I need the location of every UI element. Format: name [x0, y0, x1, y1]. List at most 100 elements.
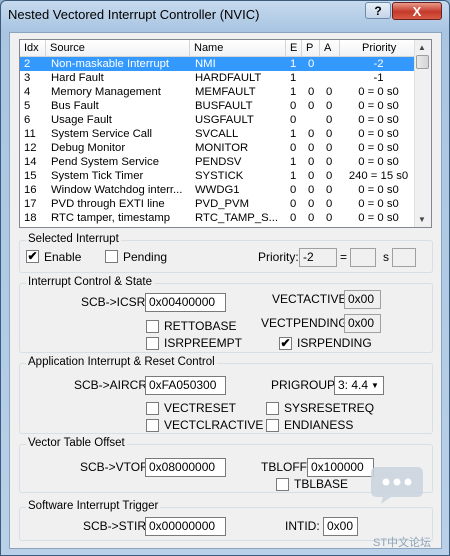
row-pending: 0: [308, 198, 315, 210]
row-enabled: 1: [290, 156, 297, 168]
priority-field[interactable]: -2: [299, 248, 337, 267]
row-active: 0: [326, 114, 333, 126]
row-priority: 240 = 15 s0: [348, 170, 409, 182]
intid-field[interactable]: 0x00: [323, 517, 358, 536]
table-row[interactable]: 15 System Tick Timer SYSTICK 1 0 0 240 = 15 s0: [20, 169, 417, 183]
row-source: Pend System Service: [51, 156, 159, 168]
table-row[interactable]: 2 Non-maskable Interrupt NMI 1 0 -2: [20, 57, 417, 71]
isrpreempt-checkbox[interactable]: [146, 337, 159, 350]
row-pending: 0: [308, 128, 315, 140]
row-active: 0: [326, 170, 333, 182]
table-row[interactable]: 6 Usage Fault USGFAULT 0 0 0 = 0 s0: [20, 113, 417, 127]
stir-field[interactable]: 0x00000000: [145, 517, 226, 536]
row-enabled: 1: [290, 170, 297, 182]
vectpending-field[interactable]: 0x00: [344, 314, 381, 333]
tblbase-checkbox[interactable]: [276, 478, 289, 491]
priority-label: Priority:: [258, 250, 299, 264]
chevron-down-icon[interactable]: ▼: [368, 378, 382, 393]
row-active: 0: [326, 212, 333, 224]
row-source: Hard Fault: [51, 72, 104, 84]
sysresetreq-checkbox[interactable]: [266, 402, 279, 415]
row-idx: 4: [24, 86, 31, 98]
aircr-field[interactable]: 0xFA050300: [145, 376, 226, 395]
row-priority: 0 = 0 s0: [358, 156, 399, 168]
equals-label: =: [340, 250, 348, 264]
vectreset-checkbox[interactable]: [146, 402, 159, 415]
sub-priority-field[interactable]: [392, 248, 416, 267]
row-source: Debug Monitor: [51, 142, 126, 154]
row-source: Non-maskable Interrupt: [51, 58, 170, 70]
vectclractive-checkbox[interactable]: [146, 419, 159, 432]
row-idx: 12: [24, 142, 37, 154]
row-name: SVCALL: [195, 128, 239, 140]
row-enabled: 1: [290, 86, 297, 98]
tbloff-label: TBLOFF:: [261, 460, 311, 474]
row-enabled: 0: [290, 212, 297, 224]
row-idx: 16: [24, 184, 37, 196]
row-source: PVD through EXTI line: [51, 198, 165, 210]
tbloff-field[interactable]: 0x100000: [307, 458, 374, 477]
table-row[interactable]: 16 Window Watchdog interr... WWDG1 0 0 0 0 = 0…: [20, 183, 417, 197]
header-source[interactable]: Source: [46, 40, 190, 56]
row-priority: 0 = 0 s0: [358, 184, 399, 196]
row-pending: 0: [308, 184, 315, 196]
header-p[interactable]: P: [302, 40, 320, 56]
table-row[interactable]: 3 Hard Fault HARDFAULT 1 -1: [20, 71, 417, 85]
row-active: 0: [326, 100, 333, 112]
row-priority: -2: [373, 58, 384, 70]
selected-interrupt-title: Selected Interrupt: [26, 233, 121, 245]
row-pending: 0: [308, 86, 315, 98]
table-row[interactable]: 4 Memory Management MEMFAULT 1 0 0 0 = 0 s0: [20, 85, 417, 99]
vtor-field[interactable]: 0x08000000: [145, 458, 226, 477]
group-priority-field[interactable]: [350, 248, 376, 267]
stir-label: SCB->STIR:: [83, 519, 150, 533]
header-priority[interactable]: Priority: [340, 40, 417, 56]
table-row[interactable]: 5 Bus Fault BUSFAULT 0 0 0 0 = 0 s0: [20, 99, 417, 113]
row-source: System Service Call: [51, 128, 153, 140]
vtor-label: SCB->VTOR:: [80, 460, 153, 474]
header-e[interactable]: E: [286, 40, 302, 56]
table-row[interactable]: 11 System Service Call SVCALL 1 0 0 0 = 0 s0: [20, 127, 417, 141]
icsr-field[interactable]: 0x00400000: [145, 293, 226, 312]
row-name: PENDSV: [195, 156, 242, 168]
scroll-up-icon[interactable]: ▲: [418, 43, 426, 52]
enable-checkbox[interactable]: ✔: [26, 250, 39, 263]
row-enabled: 1: [290, 128, 297, 140]
row-name: MEMFAULT: [195, 86, 256, 98]
table-row[interactable]: 17 PVD through EXTI line PVD_PVM 0 0 0 0 = 0 s…: [20, 197, 417, 211]
rettobase-label: RETTOBASE: [164, 319, 237, 333]
prigroup-label: PRIGROUP:: [271, 378, 339, 392]
help-button[interactable]: ?: [365, 2, 391, 19]
header-a[interactable]: A: [320, 40, 340, 56]
prigroup-select[interactable]: 3: 4.4 ▼: [334, 376, 384, 395]
row-priority: 0 = 0 s0: [358, 142, 399, 154]
table-row[interactable]: 12 Debug Monitor MONITOR 0 0 0 0 = 0 s0: [20, 141, 417, 155]
row-enabled: 0: [290, 198, 297, 210]
interrupt-list[interactable]: Idx Source Name E P A Priority 2 Non-mask…: [19, 39, 432, 228]
row-idx: 11: [24, 128, 36, 140]
vectactive-field[interactable]: 0x00: [344, 290, 381, 309]
header-idx[interactable]: Idx: [20, 40, 46, 56]
row-active: 0: [326, 128, 333, 140]
isrpreempt-label: ISRPREEMPT: [164, 336, 243, 350]
rettobase-checkbox[interactable]: [146, 320, 159, 333]
row-source: Memory Management: [51, 86, 161, 98]
aircr-group: Application Interrupt & Reset Control SC…: [19, 356, 433, 434]
nvic-window: Nested Vectored Interrupt Controller (NV…: [0, 0, 450, 556]
row-name: RTC_TAMP_S...: [195, 212, 279, 224]
title-bar[interactable]: Nested Vectored Interrupt Controller (NV…: [1, 1, 449, 27]
endianess-checkbox[interactable]: [266, 419, 279, 432]
row-name: NMI: [195, 58, 216, 70]
header-name[interactable]: Name: [190, 40, 286, 56]
close-button[interactable]: X: [392, 2, 442, 20]
table-row[interactable]: 18 RTC tamper, timestamp RTC_TAMP_S... 0 0 0 0…: [20, 211, 417, 225]
row-name: BUSFAULT: [195, 100, 253, 112]
row-enabled: 0: [290, 114, 297, 126]
scroll-thumb[interactable]: [416, 55, 429, 69]
pending-checkbox[interactable]: [105, 250, 118, 263]
scroll-down-icon[interactable]: ▼: [418, 215, 426, 224]
vectclractive-label: VECTCLRACTIVE: [164, 418, 264, 432]
isrpending-checkbox[interactable]: ✔: [279, 337, 292, 350]
table-row[interactable]: 14 Pend System Service PENDSV 1 0 0 0 = 0 s0: [20, 155, 417, 169]
vertical-scrollbar[interactable]: ▲ ▼: [414, 40, 431, 227]
